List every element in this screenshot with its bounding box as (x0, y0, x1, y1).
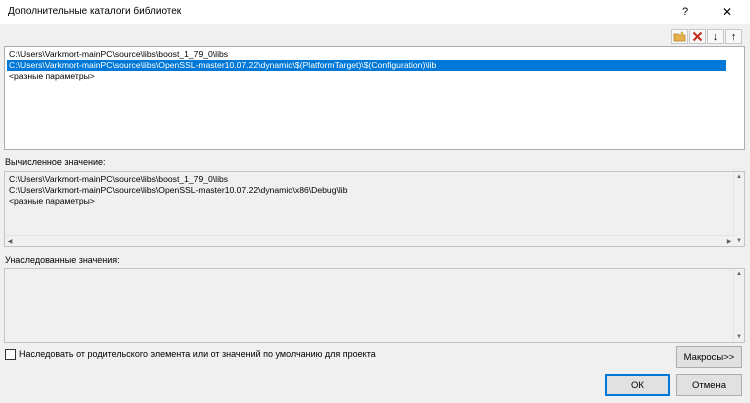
vertical-scrollbar[interactable]: ▲ ▼ (733, 172, 744, 246)
arrow-up-icon: ↑ (730, 30, 737, 43)
macros-button[interactable]: Макросы>> (676, 346, 742, 368)
scroll-right-icon[interactable]: ▶ (724, 236, 734, 246)
inherited-label: Унаследованные значения: (5, 255, 120, 265)
inherited-list: ▲ ▼ (4, 268, 745, 343)
cancel-button[interactable]: Отмена (676, 374, 742, 396)
list-item: C:\Users\Varkmort-mainPC\source\libs\Ope… (9, 185, 348, 195)
inherit-checkbox[interactable] (5, 349, 16, 360)
computed-list: C:\Users\Varkmort-mainPC\source\libs\boo… (4, 171, 745, 247)
move-down-button[interactable]: ↓ (707, 29, 724, 44)
scroll-up-icon[interactable]: ▲ (734, 269, 744, 279)
list-item[interactable]: <разные параметры> (7, 71, 95, 82)
list-item: <разные параметры> (9, 196, 95, 206)
vertical-scrollbar[interactable]: ▲ ▼ (733, 269, 744, 342)
scroll-down-icon[interactable]: ▼ (734, 236, 744, 246)
help-button[interactable]: ? (670, 1, 700, 23)
inherit-checkbox-label[interactable]: Наследовать от родительского элемента ил… (19, 349, 376, 359)
window-title: Дополнительные каталоги библиотек (8, 6, 182, 17)
ok-button[interactable]: ОК (605, 374, 670, 396)
close-icon: ✕ (721, 5, 733, 19)
arrow-down-icon: ↓ (712, 30, 719, 43)
scroll-left-icon[interactable]: ◀ (5, 236, 15, 246)
new-folder-icon (673, 31, 686, 42)
computed-label: Вычисленное значение: (5, 157, 106, 167)
close-button[interactable]: ✕ (710, 1, 744, 23)
move-up-button[interactable]: ↑ (725, 29, 742, 44)
list-item[interactable]: C:\Users\Varkmort-mainPC\source\libs\boo… (7, 49, 228, 60)
horizontal-scrollbar[interactable]: ◀ ▶ (5, 235, 734, 246)
delete-icon (692, 31, 703, 42)
directories-editor[interactable]: C:\Users\Varkmort-mainPC\source\libs\boo… (4, 46, 745, 150)
list-item: C:\Users\Varkmort-mainPC\source\libs\boo… (9, 174, 229, 184)
list-item-selected[interactable]: C:\Users\Varkmort-mainPC\source\libs\Ope… (7, 60, 726, 71)
delete-line-button[interactable] (689, 29, 706, 44)
scroll-up-icon[interactable]: ▲ (734, 172, 744, 182)
scroll-down-icon[interactable]: ▼ (734, 332, 744, 342)
new-line-button[interactable] (671, 29, 688, 44)
